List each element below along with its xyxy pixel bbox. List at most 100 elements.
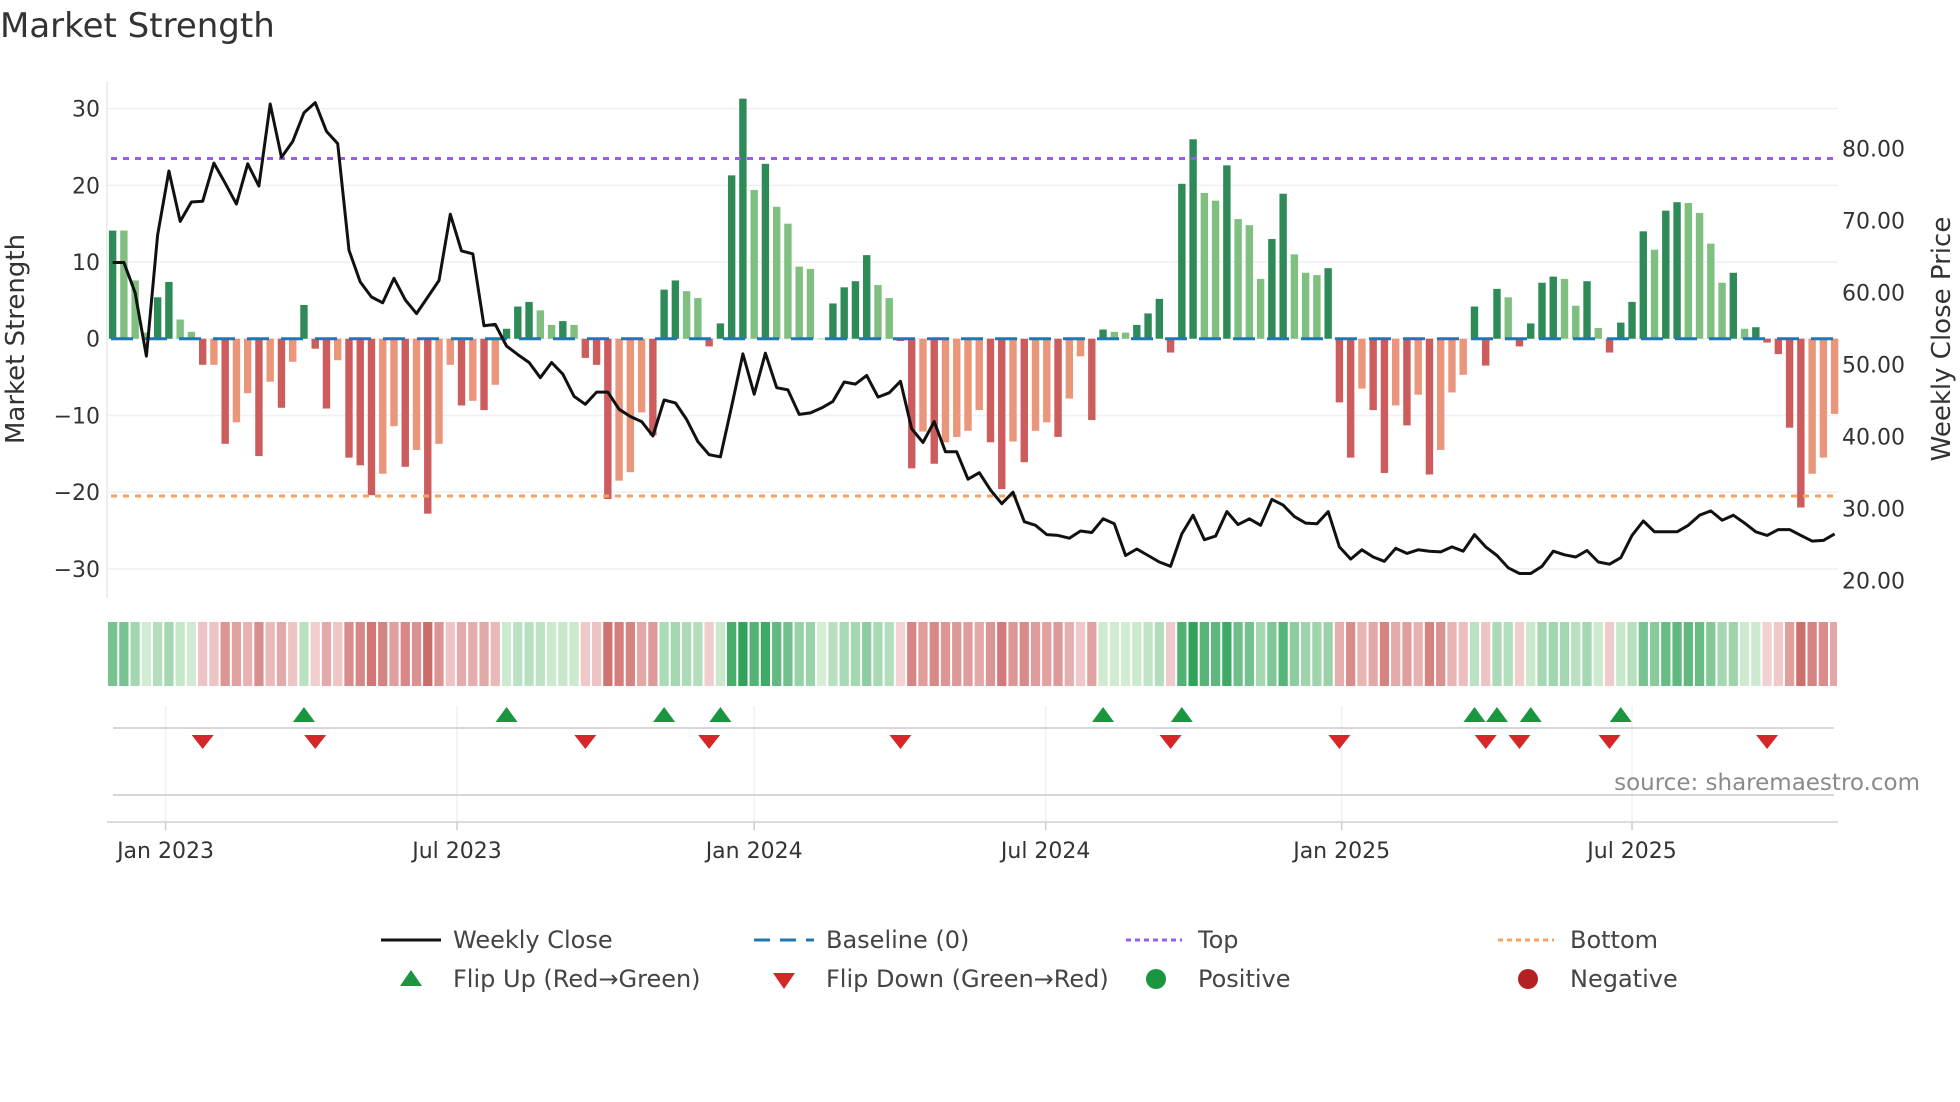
strength-bar — [1380, 338, 1389, 473]
heat-cell — [940, 622, 951, 686]
strength-bar — [1121, 332, 1130, 339]
heat-cell — [558, 622, 568, 686]
heat-cell — [1019, 622, 1029, 686]
heat-cell — [1120, 622, 1131, 686]
heat-cell — [423, 622, 433, 686]
heat-cell — [310, 622, 320, 686]
heat-cell — [1255, 622, 1266, 686]
strength-bar — [1009, 338, 1017, 442]
strength-bar — [401, 338, 409, 467]
legend-item-negative: Negative — [1498, 964, 1678, 994]
heat-cell — [659, 622, 669, 686]
heat-cell — [119, 622, 129, 686]
heat-cell — [1346, 622, 1356, 686]
heat-cell — [1661, 622, 1671, 686]
heat-cell — [198, 622, 208, 686]
heat-cell — [1087, 622, 1097, 686]
strength-bar — [1166, 338, 1175, 353]
heat-cell — [569, 622, 579, 686]
heat-cell — [1267, 622, 1277, 686]
heat-cell — [805, 622, 816, 686]
heat-cell — [1649, 622, 1660, 686]
strength-bar — [1560, 278, 1569, 339]
heat-cell — [1503, 622, 1513, 686]
heat-cell — [243, 622, 253, 686]
heat-cell — [1154, 622, 1164, 686]
strength-bar — [165, 281, 173, 339]
circle-icon — [1518, 969, 1538, 989]
heat-cell — [254, 622, 264, 686]
heat-cell — [265, 622, 275, 686]
heat-cell — [783, 622, 793, 686]
heat-cell — [130, 622, 140, 686]
heat-cell — [997, 622, 1007, 686]
strength-bar — [1538, 282, 1546, 339]
flip-up-marker — [1609, 707, 1632, 722]
strength-bar — [514, 306, 522, 339]
strength-bar — [1234, 219, 1242, 339]
heat-cell — [591, 622, 602, 686]
strength-bar — [750, 189, 758, 339]
heat-cell — [625, 622, 635, 686]
triangle-down-icon — [773, 973, 795, 989]
heat-cell — [693, 622, 703, 686]
legend-item-flip-up: Flip Up (Red→Green) — [381, 964, 701, 994]
strength-bar — [379, 338, 387, 474]
strength-bar — [953, 338, 961, 437]
heat-cell — [1571, 622, 1581, 686]
strength-bar — [772, 206, 781, 339]
x-tick-label: Jul 2023 — [410, 839, 502, 864]
heat-cell — [839, 622, 849, 686]
heat-cell — [1301, 622, 1311, 686]
heat-cell — [479, 622, 489, 686]
strength-bar — [525, 301, 533, 339]
strength-bar — [1650, 249, 1659, 339]
heat-cell — [164, 622, 174, 686]
heat-cell — [1368, 622, 1378, 686]
y2-axis-label: Weekly Close Price — [1927, 217, 1957, 462]
strength-bar — [1425, 338, 1434, 475]
heat-cell — [1109, 622, 1119, 686]
y-axis-label: Market Strength — [1, 234, 31, 444]
y2-tick-label: 20.00 — [1842, 570, 1905, 595]
y2-tick-label: 50.00 — [1842, 354, 1905, 379]
strength-bar — [975, 338, 983, 411]
strength-bar — [1572, 305, 1580, 339]
heat-cell — [636, 622, 647, 686]
heat-cell — [141, 622, 152, 686]
heat-cell — [1706, 622, 1716, 686]
strength-bar — [930, 338, 938, 464]
y2-tick-label: 30.00 — [1842, 498, 1905, 523]
heat-cell — [535, 622, 545, 686]
strength-bar — [1808, 338, 1816, 474]
strength-bar — [1369, 338, 1377, 411]
strength-bar — [851, 281, 860, 339]
strength-bar — [604, 338, 612, 500]
heat-cell — [1537, 622, 1547, 686]
strength-bar — [1830, 338, 1839, 414]
strength-bar — [457, 338, 466, 406]
flip-up-marker — [1092, 707, 1115, 722]
heat-cell — [1357, 622, 1367, 686]
legend-item-weekly-close: Weekly Close — [381, 925, 613, 955]
heat-cell — [760, 622, 771, 686]
heat-cell — [1582, 622, 1592, 686]
heat-cell — [1413, 622, 1423, 686]
strength-bar — [1031, 338, 1040, 431]
strength-bar — [536, 310, 545, 339]
x-tick-label: Jan 2025 — [1291, 839, 1390, 864]
heat-cell — [1312, 622, 1322, 686]
heat-cell — [963, 622, 973, 686]
strength-bar — [1065, 338, 1073, 399]
strength-bar — [694, 298, 702, 339]
flip-up-marker — [1170, 707, 1193, 722]
heat-cell — [1334, 622, 1345, 686]
strength-bar — [1628, 301, 1636, 339]
strength-bar — [1752, 327, 1760, 339]
strength-bar — [739, 98, 747, 339]
heat-cell — [1773, 622, 1783, 686]
y-tick-label: 20 — [72, 174, 100, 199]
flip-down-marker — [1508, 735, 1531, 749]
strength-bar — [660, 289, 668, 339]
strength-bar — [424, 338, 432, 514]
